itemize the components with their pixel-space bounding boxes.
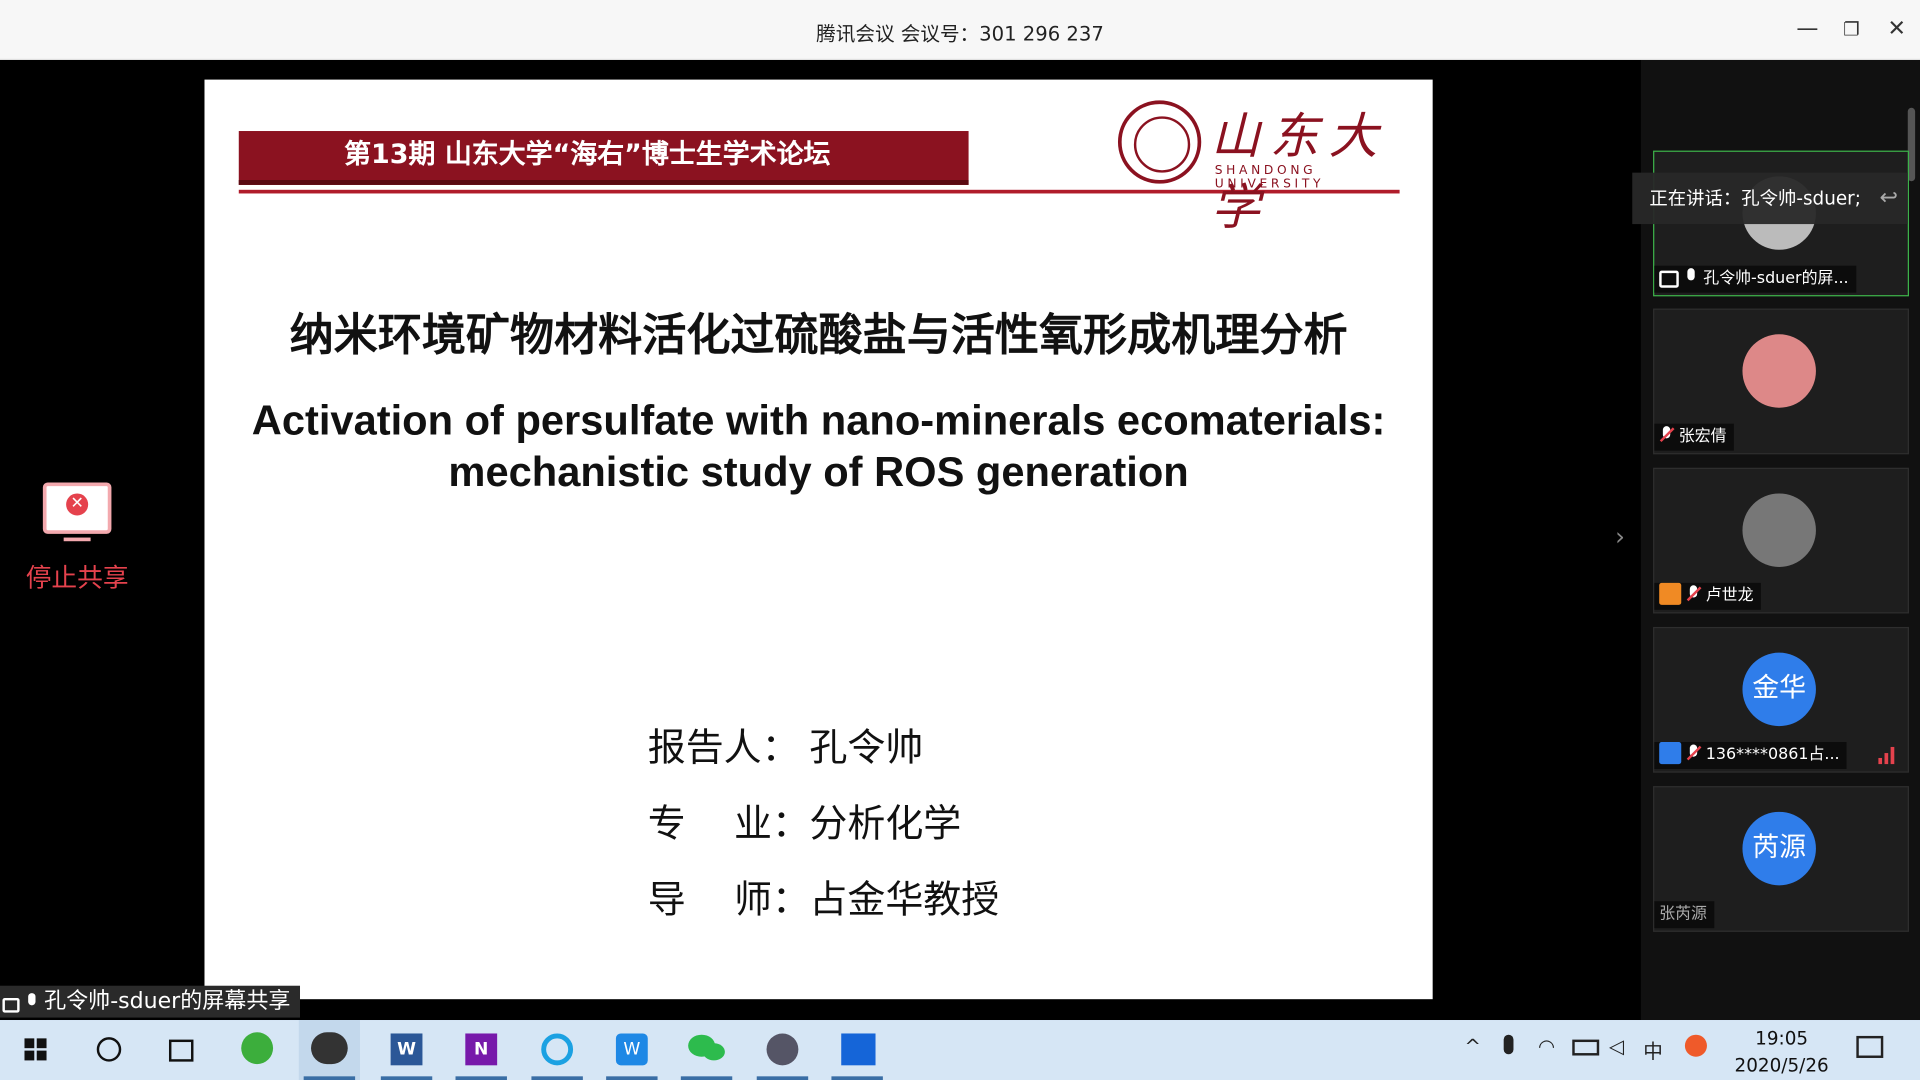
task-view-icon[interactable] [149, 1020, 210, 1080]
signal-strength-icon [1878, 746, 1898, 765]
sogou-ime-icon[interactable] [1684, 1034, 1707, 1062]
clock-date: 2020/5/26 [1734, 1054, 1829, 1077]
participant-label: 孔令帅-sduer的屏... [1654, 265, 1856, 293]
window-title: 腾讯会议 会议号：301 296 237 [816, 22, 1104, 46]
reporter-key: 报告人： [647, 726, 800, 771]
wifi-icon[interactable]: ◠ [1538, 1035, 1555, 1058]
user-icon [1659, 742, 1682, 765]
slide-title-english: Activation of persulfate with nano-miner… [204, 396, 1432, 499]
windows-taskbar: W N W ^ ◠ ◁ 中 19:05 2020/5/26 [0, 1020, 1920, 1080]
screen-share-label-text: 孔令帅-sduer的屏幕共享 [44, 988, 291, 1014]
onenote-icon[interactable]: N [451, 1020, 512, 1080]
browser-green-icon[interactable] [227, 1020, 288, 1080]
maximize-button[interactable]: ❐ [1837, 15, 1866, 44]
stop-x-icon: ✕ [66, 493, 89, 516]
chevron-up-icon[interactable]: ^ [1465, 1035, 1481, 1058]
internet-explorer-icon[interactable] [527, 1020, 588, 1080]
participant-card[interactable]: 卢世龙 [1653, 467, 1909, 614]
volume-icon[interactable]: ◁ [1609, 1035, 1624, 1058]
mic-muted-icon [1686, 744, 1701, 761]
participant-name: 张芮源 [1659, 904, 1707, 924]
slide-banner: 第13期 山东大学“海右”博士生学术论坛 [238, 131, 969, 185]
monitor-icon: ✕ [42, 482, 112, 542]
university-seal-icon [1117, 100, 1202, 184]
microphone-tray-icon[interactable] [1503, 1034, 1514, 1059]
participant-label: 张宏倩 [1654, 423, 1734, 451]
reporter-value: 孔令帅 [809, 726, 924, 771]
word-icon[interactable]: W [376, 1020, 437, 1080]
battery-icon[interactable] [1572, 1035, 1600, 1058]
participant-name: 136****0861占... [1705, 745, 1840, 765]
meeting-blue-app-icon[interactable] [827, 1020, 888, 1080]
avatar [1742, 334, 1816, 408]
stop-share-label: 停止共享 [25, 563, 129, 593]
wechat-icon[interactable] [676, 1020, 737, 1080]
notification-icon[interactable] [1856, 1035, 1884, 1063]
major-value: 分析化学 [809, 802, 962, 847]
participant-name: 张宏倩 [1678, 427, 1727, 446]
clock-time: 19:05 [1755, 1027, 1809, 1050]
reply-arrow-icon[interactable]: ↩ [1879, 173, 1897, 224]
user-icon [1659, 582, 1682, 605]
slide-title-english-line-2: mechanistic study of ROS generation [448, 449, 1189, 496]
shared-slide: 第13期 山东大学“海右”博士生学术论坛 山东大学 SHANDONG UNIVE… [204, 79, 1433, 1000]
participant-name: 孔令帅-sduer的屏... [1703, 269, 1849, 288]
advisor-line: 导 师：占金华教授 [648, 868, 999, 923]
participant-card[interactable]: 芮源 张芮源 [1653, 786, 1909, 932]
minimize-button[interactable]: — [1793, 15, 1822, 44]
mic-muted-icon [1659, 426, 1674, 443]
mic-icon [24, 993, 39, 1010]
avatar: 芮源 [1742, 811, 1816, 886]
screen-share-icon [1659, 270, 1679, 288]
slide-title-chinese: 纳米环境矿物材料活化过硫酸盐与活性氧形成机理分析 [289, 311, 1348, 362]
major-line: 专 业：分析化学 [648, 792, 961, 847]
screen-share-icon [2, 997, 20, 1013]
participant-name: 卢世龙 [1705, 586, 1754, 605]
avatar [1742, 493, 1816, 567]
ime-indicator[interactable]: 中 [1643, 1035, 1663, 1064]
reporter-line: 报告人： 孔令帅 [648, 716, 924, 771]
major-key: 专 业： [647, 802, 810, 847]
advisor-key: 导 师： [647, 877, 810, 923]
university-logo-subtitle: SHANDONG UNIVERSITY [1214, 164, 1325, 192]
participant-card[interactable]: 金华 136****0861占... [1653, 626, 1909, 773]
participant-label: 136****0861占... [1654, 742, 1847, 769]
participant-label: 卢世龙 [1654, 582, 1761, 610]
stop-share-button[interactable]: ✕ 停止共享 [17, 482, 137, 595]
participant-card[interactable]: 张宏倩 [1653, 308, 1909, 455]
windows-start-icon[interactable] [5, 1020, 66, 1080]
advisor-value: 占金华教授 [809, 877, 1000, 923]
speaking-text: 正在讲话：孔令帅-sduer; [1649, 187, 1861, 210]
mic-muted-icon [1686, 585, 1701, 602]
search-icon[interactable] [78, 1020, 139, 1080]
mic-icon [1684, 268, 1699, 285]
screen-share-label: 孔令帅-sduer的屏幕共享 [0, 985, 301, 1018]
wps-icon[interactable]: W [601, 1020, 662, 1080]
avatar: 金华 [1742, 652, 1816, 727]
game-app-icon[interactable] [752, 1020, 813, 1080]
speaking-indicator: 正在讲话：孔令帅-sduer; ↩ [1632, 172, 1908, 225]
close-button[interactable]: ✕ [1882, 15, 1911, 44]
slide-title-english-line-1: Activation of persulfate with nano-miner… [251, 397, 1386, 445]
system-clock[interactable]: 19:05 2020/5/26 [1714, 1025, 1849, 1079]
chevron-right-icon[interactable]: › [1615, 522, 1625, 551]
tencent-meeting-app-icon[interactable] [298, 1020, 361, 1080]
participant-label: 张芮源 [1654, 901, 1715, 929]
window-title-bar: 腾讯会议 会议号：301 296 237 — ❐ ✕ [0, 0, 1920, 61]
